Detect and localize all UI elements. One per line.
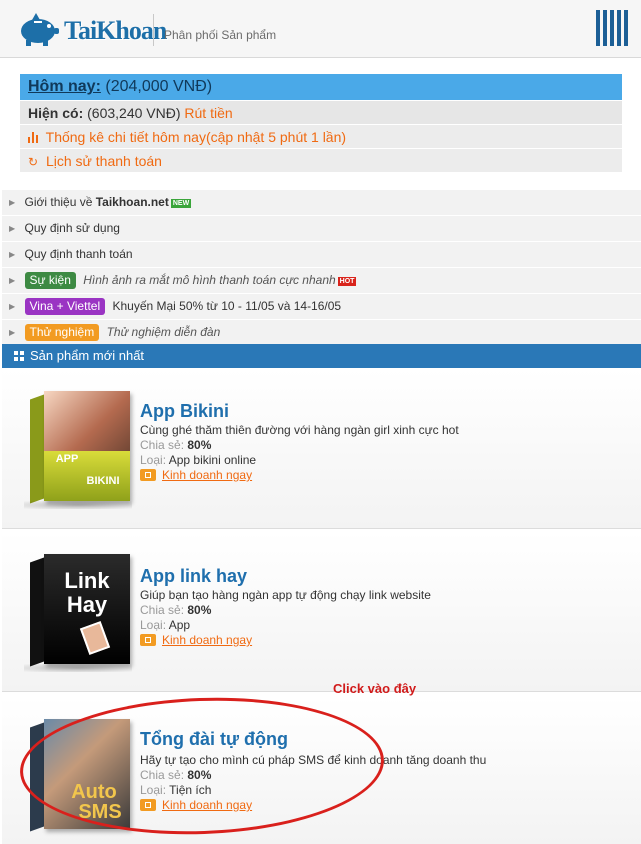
box-text-1: Link (64, 568, 110, 593)
product-box-image[interactable]: Auto SMS (24, 719, 132, 837)
product-share: Chia sẻ: 80% (140, 438, 212, 452)
product-box-image[interactable]: APP BIKINI (24, 391, 132, 509)
list-item-bold: Taikhoan.net (95, 195, 169, 209)
product-type: Loại: App (140, 618, 191, 632)
bar-chart-icon (28, 132, 38, 143)
product-title[interactable]: App Bikini (140, 401, 229, 422)
logo[interactable]: TaiKhoan (16, 10, 167, 48)
history-link[interactable]: Lịch sử thanh toán (46, 153, 162, 169)
header-subtitle: Phân phối Sản phẩm (164, 28, 277, 42)
today-label[interactable]: Hôm nay: (28, 78, 101, 95)
piggy-bank-icon (21, 13, 59, 46)
business-link[interactable]: Kinh doanh ngay (140, 633, 252, 647)
cart-icon (140, 634, 156, 646)
product-share: Chia sẻ: 80% (140, 768, 212, 782)
header-divider (153, 14, 154, 46)
box-front: Link Hay (44, 554, 130, 664)
box-shadow (24, 501, 132, 509)
product-desc: Hãy tự tạo cho mình cú pháp SMS để kinh … (140, 753, 487, 767)
box-photo (79, 621, 111, 655)
list-item-text: Thử nghiệm diễn đàn (106, 325, 221, 339)
withdraw-link[interactable]: Rút tiền (184, 105, 232, 121)
logo-text: TaiKhoan (64, 16, 167, 45)
cart-icon (140, 799, 156, 811)
menu-bars-icon[interactable] (596, 10, 630, 46)
box-front: Auto SMS (44, 719, 130, 829)
list-item[interactable]: ▶ Quy định thanh toán (2, 242, 641, 268)
box-text-2: Hay (66, 592, 108, 617)
trial-tag[interactable]: Thử nghiệm (24, 324, 100, 341)
list-item[interactable]: ▶ Vina + Viettel Khuyến Mại 50% từ 10 - … (2, 294, 641, 320)
info-list: ▶ Giới thiệu về Taikhoan.net NEW ▶ Quy đị… (2, 190, 641, 346)
today-value: (204,000 VNĐ) (105, 78, 213, 95)
box-front: APP BIKINI (44, 391, 130, 501)
cart-icon (140, 469, 156, 481)
stats-link[interactable]: Thống kê chi tiết hôm nay(cập nhật 5 phú… (46, 129, 346, 145)
product-card: Auto SMS Tổng đài tự động Hãy tự tạo cho… (2, 697, 641, 844)
box-text-2: SMS (78, 801, 122, 823)
current-label: Hiện có: (28, 105, 84, 121)
list-item-text: Khuyến Mại 50% từ 10 - 11/05 và 14-16/05 (112, 299, 342, 313)
business-link[interactable]: Kinh doanh ngay (140, 468, 252, 482)
box-text-2: BIKINI (86, 475, 120, 487)
box-shadow (24, 664, 132, 672)
click-here-annotation: Click vào đây (333, 681, 417, 696)
list-item-text: Hình ảnh ra mắt mô hình thanh toán cực n… (83, 273, 336, 287)
bullet-arrow-icon: ▶ (9, 198, 16, 207)
list-item[interactable]: ▶ Thử nghiệm Thử nghiệm diễn đàn (2, 320, 641, 346)
header: TaiKhoan Phân phối Sản phẩm (0, 0, 641, 58)
business-link[interactable]: Kinh doanh ngay (140, 798, 252, 812)
product-title[interactable]: Tổng đài tự động (140, 729, 288, 750)
list-item-text: Quy định sử dụng (24, 221, 120, 235)
product-desc: Cùng ghé thăm thiên đường với hàng ngàn … (140, 423, 459, 437)
list-item-text: Quy định thanh toán (24, 247, 133, 261)
product-card: Link Hay App link hay Giúp bạn tạo hàng … (2, 532, 641, 692)
bullet-arrow-icon: ▶ (9, 276, 16, 285)
balance-summary: Hôm nay: (204,000 VNĐ) Hiện có: (603,240… (20, 74, 622, 172)
box-side (30, 557, 44, 667)
list-item[interactable]: ▶ Sự kiện Hình ảnh ra mắt mô hình thanh … (2, 268, 641, 294)
list-item-text: Giới thiệu về (24, 195, 96, 209)
product-type: Loại: Tiện ích (140, 783, 212, 797)
section-title: Sản phẩm mới nhất (30, 348, 145, 363)
hot-badge: HOT (337, 277, 357, 286)
product-type: Loại: App bikini online (140, 453, 257, 467)
current-value: (603,240 VNĐ) (87, 105, 181, 121)
product-desc: Giúp bạn tạo hàng ngàn app tự động chạy … (140, 588, 431, 602)
bullet-arrow-icon: ▶ (9, 328, 16, 337)
current-row: Hiện có: (603,240 VNĐ) Rút tiền (20, 100, 622, 124)
grid-icon (14, 351, 24, 361)
section-header: Sản phẩm mới nhất (2, 344, 641, 368)
bullet-arrow-icon: ▶ (9, 224, 16, 233)
history-icon: ↻ (28, 155, 39, 169)
bullet-arrow-icon: ▶ (9, 250, 16, 259)
today-row: Hôm nay: (204,000 VNĐ) (20, 74, 622, 100)
list-item[interactable]: ▶ Quy định sử dụng (2, 216, 641, 242)
box-side (30, 722, 44, 832)
new-badge: NEW (170, 199, 192, 208)
bullet-arrow-icon: ▶ (9, 302, 16, 311)
box-text-1: APP (55, 453, 79, 465)
history-row[interactable]: ↻ Lịch sử thanh toán (20, 148, 622, 172)
product-share: Chia sẻ: 80% (140, 603, 212, 617)
product-card: APP BIKINI App Bikini Cùng ghé thăm thiê… (2, 369, 641, 529)
box-side (30, 394, 44, 504)
event-tag[interactable]: Sự kiện (24, 272, 76, 289)
promo-tag[interactable]: Vina + Viettel (24, 298, 106, 315)
list-item[interactable]: ▶ Giới thiệu về Taikhoan.net NEW (2, 190, 641, 216)
stats-row[interactable]: Thống kê chi tiết hôm nay(cập nhật 5 phú… (20, 124, 622, 148)
product-title[interactable]: App link hay (140, 566, 247, 587)
product-box-image[interactable]: Link Hay (24, 554, 132, 672)
